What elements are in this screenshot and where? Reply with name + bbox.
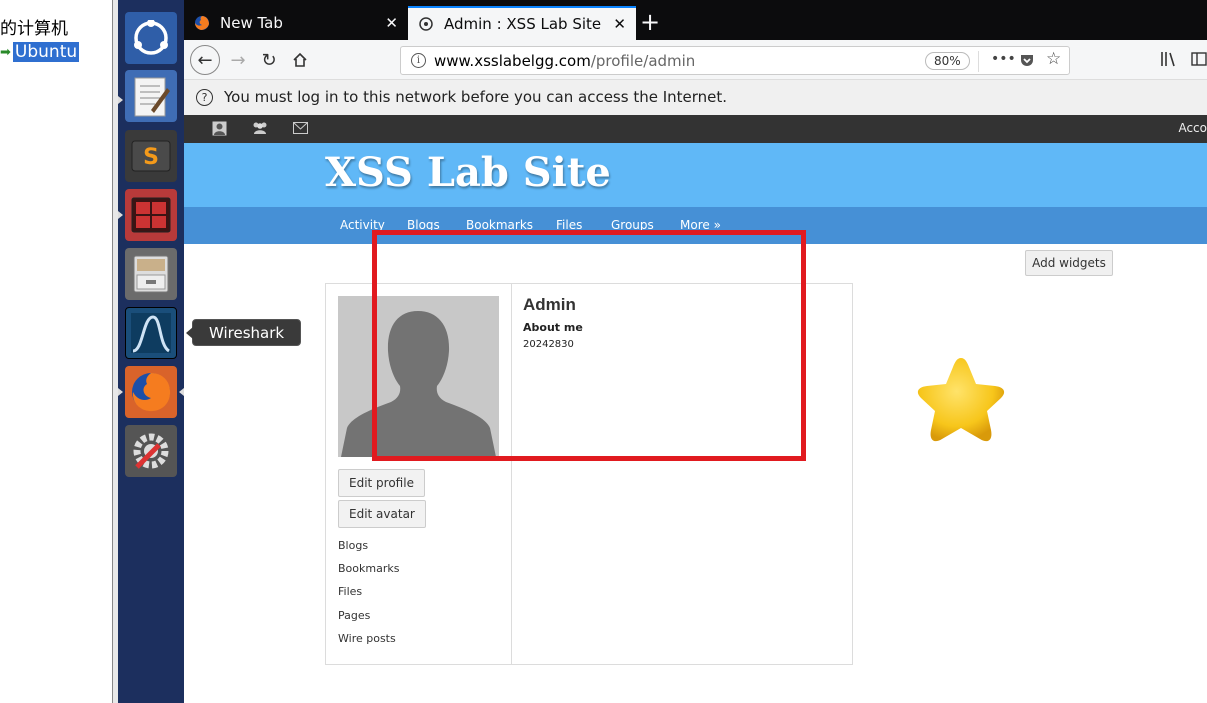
vm-arrow-icon: ➡ bbox=[0, 44, 11, 60]
edit-profile-button[interactable]: Edit profile bbox=[338, 469, 425, 497]
ubuntu-dash-icon[interactable] bbox=[125, 12, 177, 64]
url-bar[interactable]: i www.xsslabelgg.com/profile/admin 80% •… bbox=[400, 46, 1070, 75]
tab-close-icon[interactable]: ✕ bbox=[385, 14, 398, 32]
file-manager-icon[interactable] bbox=[125, 248, 177, 300]
system-settings-icon[interactable] bbox=[125, 425, 177, 477]
site-header: XSS Lab Site bbox=[184, 143, 1207, 207]
text-editor-icon[interactable] bbox=[125, 70, 177, 122]
edit-avatar-button[interactable]: Edit avatar bbox=[338, 500, 426, 528]
bookmark-star-icon[interactable]: ☆ bbox=[1046, 49, 1061, 69]
profile-icon[interactable] bbox=[212, 121, 227, 140]
captive-portal-notification: ? You must log in to this network before… bbox=[184, 80, 1207, 115]
site-topbar: Acco bbox=[184, 115, 1207, 143]
launcher-tooltip: Wireshark bbox=[185, 319, 302, 346]
tab-admin-xss-lab[interactable]: Admin : XSS Lab Site ✕ bbox=[408, 6, 636, 40]
tab-strip: New Tab ✕ Admin : XSS Lab Site ✕ + bbox=[184, 0, 1207, 40]
firefox-icon[interactable] bbox=[125, 366, 177, 418]
tab-close-icon[interactable]: ✕ bbox=[613, 15, 626, 33]
forward-arrow-icon[interactable]: → bbox=[226, 48, 250, 72]
reload-icon[interactable]: ↻ bbox=[257, 48, 281, 72]
tab-title: Admin : XSS Lab Site bbox=[444, 15, 602, 33]
annotation-highlight-box bbox=[372, 230, 806, 461]
wireshark-icon[interactable] bbox=[125, 307, 177, 359]
new-tab-button[interactable]: + bbox=[640, 8, 660, 36]
account-menu[interactable]: Acco bbox=[1178, 121, 1207, 135]
add-widgets-button[interactable]: Add widgets bbox=[1025, 250, 1113, 276]
url-separator bbox=[978, 51, 979, 72]
pocket-icon[interactable] bbox=[1019, 52, 1035, 72]
sublime-text-icon[interactable]: S bbox=[125, 130, 177, 182]
sidebar-icon[interactable] bbox=[1191, 51, 1207, 71]
profile-link-pages[interactable]: Pages bbox=[338, 609, 370, 622]
profile-link-blogs[interactable]: Blogs bbox=[338, 539, 368, 552]
vm-item-label: Ubuntu bbox=[12, 42, 80, 62]
launcher-running-pip bbox=[118, 211, 123, 219]
library-icon[interactable] bbox=[1159, 50, 1177, 72]
home-icon[interactable] bbox=[288, 48, 312, 72]
tab-title: New Tab bbox=[220, 14, 283, 32]
star-icon bbox=[917, 358, 1005, 442]
profile-link-wire-posts[interactable]: Wire posts bbox=[338, 632, 396, 645]
page-actions-icon[interactable]: ••• bbox=[991, 51, 1016, 67]
tab-new-tab[interactable]: New Tab ✕ bbox=[184, 6, 408, 40]
svg-text:S: S bbox=[143, 145, 159, 170]
launcher-running-pip bbox=[118, 388, 123, 396]
launcher-running-pip bbox=[118, 96, 123, 104]
messages-icon[interactable] bbox=[293, 122, 308, 138]
ubuntu-launcher: S bbox=[118, 0, 184, 703]
site-info-icon[interactable]: i bbox=[411, 53, 426, 68]
notification-text: You must log in to this network before y… bbox=[224, 88, 728, 106]
url-text[interactable]: www.xsslabelgg.com/profile/admin bbox=[434, 52, 695, 70]
back-arrow-icon[interactable]: ← bbox=[190, 45, 220, 75]
host-side-panel: 的计算机 ➡ Ubuntu bbox=[0, 0, 113, 703]
site-title[interactable]: XSS Lab Site bbox=[325, 149, 611, 196]
terminal-icon[interactable] bbox=[125, 189, 177, 241]
firefox-favicon-icon bbox=[195, 16, 209, 30]
friends-icon[interactable] bbox=[251, 121, 269, 140]
zoom-level-badge[interactable]: 80% bbox=[925, 52, 970, 70]
host-computer-label: 的计算机 bbox=[0, 19, 68, 39]
navigation-toolbar: ← → ↻ i www.xsslabelgg.com/profile/admin… bbox=[184, 40, 1207, 80]
profile-link-files[interactable]: Files bbox=[338, 585, 362, 598]
url-host: www.xsslabelgg.com bbox=[434, 52, 591, 70]
profile-link-bookmarks[interactable]: Bookmarks bbox=[338, 562, 399, 575]
site-favicon-icon bbox=[419, 17, 433, 31]
url-path: /profile/admin bbox=[590, 52, 696, 70]
host-vm-item[interactable]: ➡ Ubuntu bbox=[0, 40, 80, 64]
question-icon: ? bbox=[196, 89, 213, 106]
launcher-active-pip bbox=[179, 388, 184, 396]
